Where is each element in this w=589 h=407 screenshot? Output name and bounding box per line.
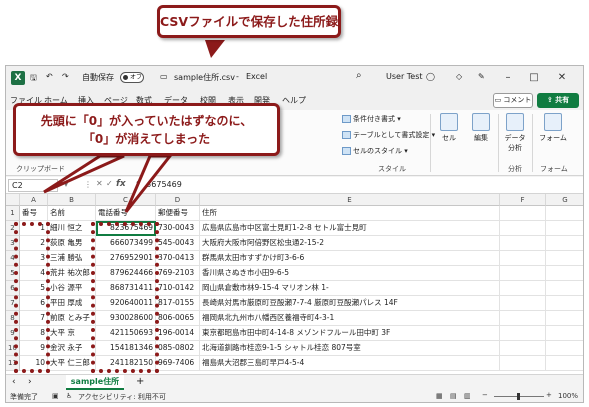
mid-callout-pointer-a <box>43 154 125 194</box>
middle-callout-line-1: 先頭に「0」が入っていたはずなのに、 <box>40 114 253 128</box>
callout-pointers <box>43 40 225 213</box>
mid-callout-pointer-b <box>124 154 174 213</box>
top-callout: CSVファイルで保存した住所録 <box>157 5 341 38</box>
highlight-column-c <box>91 222 159 373</box>
middle-callout-line-2: 「0」が消えてしまった <box>82 132 211 146</box>
top-callout-pointer <box>205 40 225 58</box>
middle-callout: 先頭に「0」が入っていたはずなのに、 「0」が消えてしまった <box>13 103 280 156</box>
highlight-column-a <box>14 222 50 373</box>
